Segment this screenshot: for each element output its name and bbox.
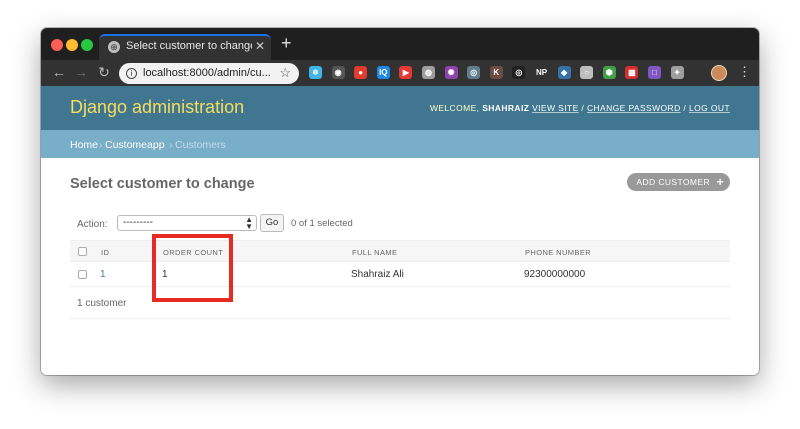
select-arrows-icon: ▲ ▼ bbox=[245, 215, 253, 231]
change-password-link[interactable]: CHANGE PASSWORD bbox=[587, 103, 681, 113]
iq-icon[interactable]: IQ bbox=[376, 66, 390, 79]
circle-icon[interactable]: ○ bbox=[580, 66, 594, 79]
log-out-link[interactable]: LOG OUT bbox=[689, 103, 730, 113]
column-id[interactable]: ID bbox=[101, 248, 109, 257]
browser-toolbar: ← → ↻ i localhost:8000/admin/cu... ☆ ⚛ ◉ ●… bbox=[41, 60, 759, 86]
page-title: Select customer to change bbox=[70, 176, 255, 192]
reload-icon[interactable]: ↻ bbox=[96, 64, 112, 81]
profile-avatar[interactable] bbox=[711, 65, 727, 81]
tab-close-icon[interactable]: ✕ bbox=[255, 39, 265, 53]
grid-icon[interactable]: ▦ bbox=[625, 66, 639, 79]
url-text: localhost:8000/admin/cu... bbox=[143, 67, 271, 79]
tab-strip: ⊕ Select customer to change | Dja ✕ + bbox=[41, 28, 759, 60]
target-icon[interactable]: ◎ bbox=[512, 66, 526, 79]
welcome-text: WELCOME, bbox=[429, 103, 480, 113]
row-phone-number: 92300000000 bbox=[524, 269, 586, 280]
record-icon[interactable]: ● bbox=[354, 66, 368, 79]
breadcrumb-home[interactable]: Home bbox=[70, 139, 98, 151]
breadcrumb: Home › Customeapp › Customers bbox=[41, 130, 759, 158]
shield-badge-icon[interactable]: ⬢ bbox=[602, 66, 616, 79]
square-icon[interactable]: □ bbox=[648, 66, 661, 79]
site-branding[interactable]: Django administration bbox=[70, 97, 244, 118]
column-phone-number[interactable]: PHONE NUMBER bbox=[525, 248, 591, 257]
python-icon[interactable]: ◆ bbox=[557, 66, 571, 79]
column-full-name[interactable]: FULL NAME bbox=[352, 248, 397, 257]
tab-title: Select customer to change | Dja bbox=[126, 40, 252, 52]
row-checkbox[interactable] bbox=[78, 270, 87, 279]
bookmark-star-icon[interactable]: ☆ bbox=[279, 65, 291, 81]
row-id-link[interactable]: 1 bbox=[100, 269, 106, 280]
react-icon[interactable]: ⚛ bbox=[309, 66, 322, 79]
maximize-window-button[interactable] bbox=[81, 39, 93, 51]
globe-icon[interactable]: ◍ bbox=[422, 66, 435, 79]
selected-count: 0 of 1 selected bbox=[291, 218, 353, 229]
forward-arrow-icon[interactable]: → bbox=[73, 64, 89, 80]
tab-active[interactable]: ⊕ Select customer to change | Dja ✕ bbox=[99, 34, 271, 60]
color-wheel-icon[interactable]: ✺ bbox=[444, 66, 458, 79]
breadcrumb-separator: › bbox=[169, 139, 173, 151]
close-window-button[interactable] bbox=[51, 39, 63, 51]
info-icon[interactable]: i bbox=[126, 68, 137, 79]
minimize-window-button[interactable] bbox=[66, 39, 78, 51]
new-tab-button[interactable]: + bbox=[281, 33, 292, 54]
highlight-annotation-box bbox=[152, 234, 233, 302]
row-full-name: Shahraiz Ali bbox=[351, 269, 404, 280]
action-label: Action: bbox=[77, 219, 108, 230]
admin-header: Django administration WELCOME, SHAHRAIZ … bbox=[41, 86, 759, 130]
result-count: 1 customer bbox=[77, 298, 127, 309]
chrome-icon[interactable]: ◎ bbox=[467, 66, 481, 79]
user-tools: WELCOME, SHAHRAIZ VIEW SITE / CHANGE PAS… bbox=[430, 103, 730, 113]
action-select[interactable]: --------- ▲ ▼ bbox=[117, 215, 257, 231]
address-bar[interactable]: i localhost:8000/admin/cu... ☆ bbox=[119, 63, 299, 84]
k-icon[interactable]: K bbox=[489, 66, 503, 79]
add-customer-button[interactable]: ADD CUSTOMER + bbox=[627, 173, 730, 191]
camera-icon[interactable]: ◉ bbox=[331, 66, 345, 79]
view-site-link[interactable]: VIEW SITE bbox=[532, 103, 579, 113]
globe-favicon-icon: ⊕ bbox=[108, 41, 120, 53]
breadcrumb-app[interactable]: Customeapp bbox=[105, 139, 165, 151]
go-button[interactable]: Go bbox=[260, 214, 284, 232]
username: SHAHRAIZ bbox=[482, 103, 530, 113]
divider bbox=[70, 318, 730, 319]
plus-icon: + bbox=[716, 175, 724, 189]
action-select-value: --------- bbox=[123, 217, 153, 228]
kebab-menu-icon[interactable]: ⋮ bbox=[738, 64, 751, 80]
breadcrumb-current: Customers bbox=[175, 139, 226, 151]
admin-page: Django administration WELCOME, SHAHRAIZ … bbox=[41, 86, 759, 375]
np-icon[interactable]: NP bbox=[535, 66, 548, 79]
play-icon[interactable]: ▶ bbox=[399, 66, 413, 79]
separator: / bbox=[683, 103, 687, 113]
separator: / bbox=[581, 103, 585, 113]
browser-window: ⊕ Select customer to change | Dja ✕ + ← … bbox=[41, 28, 759, 375]
add-customer-label: ADD CUSTOMER bbox=[636, 177, 710, 187]
select-all-checkbox[interactable] bbox=[78, 247, 87, 256]
back-arrow-icon[interactable]: ← bbox=[51, 64, 67, 80]
compass-icon[interactable]: ✦ bbox=[670, 66, 684, 79]
breadcrumb-separator: › bbox=[99, 139, 103, 151]
